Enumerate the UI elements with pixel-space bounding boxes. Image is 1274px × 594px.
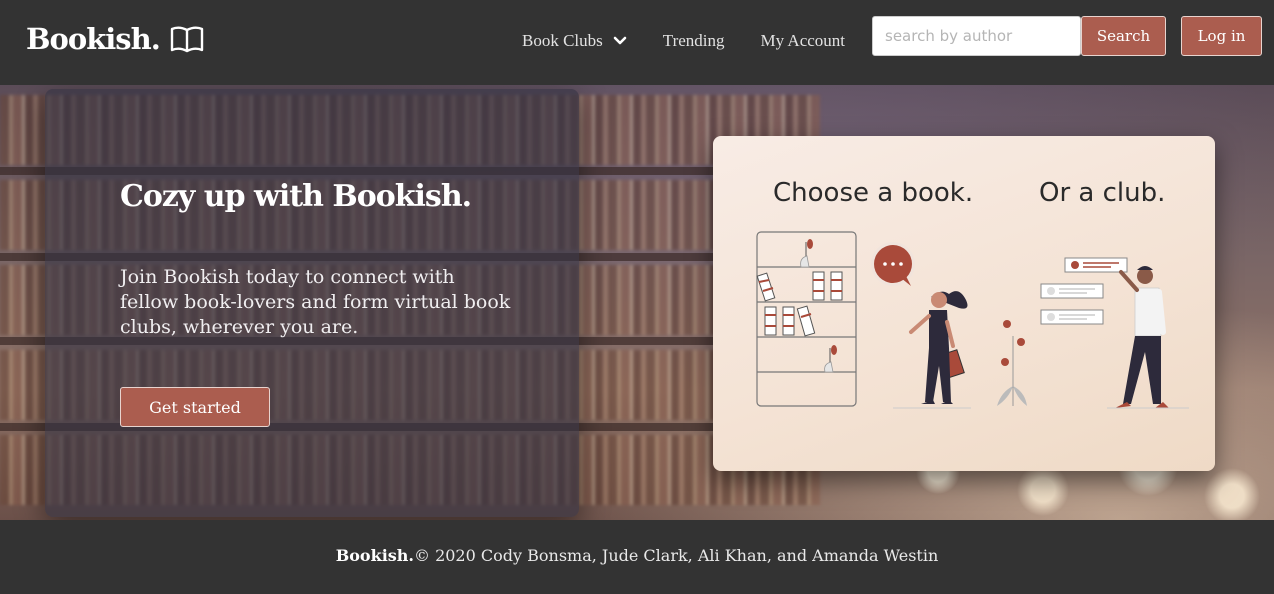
footer-text: Bookish.© 2020 Cody Bonsma, Jude Clark, …	[0, 546, 1274, 565]
chevron-down-icon[interactable]	[613, 36, 627, 46]
nav-links: Book Clubs Trending My Account	[522, 31, 845, 51]
open-book-icon	[170, 26, 204, 53]
hero-text: Join Bookish today to connect with fello…	[120, 266, 511, 338]
illustration-card: Choose a book. Or a club.	[713, 136, 1215, 471]
login-button[interactable]: Log in	[1181, 16, 1262, 56]
illustration-title-club: Or a club.	[1039, 178, 1166, 208]
hero-section: Cozy up with Bookish. Join Bookish today…	[0, 85, 1274, 520]
club-list-drawing	[1040, 257, 1128, 325]
nav-trending[interactable]: Trending	[663, 31, 725, 51]
plant-drawing	[997, 320, 1027, 406]
speech-bubble-icon	[871, 242, 915, 286]
brand-logo[interactable]: Bookish.	[26, 22, 204, 56]
footer-copyright: © 2020 Cody Bonsma, Jude Clark, Ali Khan…	[413, 546, 939, 565]
search-button[interactable]: Search	[1081, 16, 1166, 56]
hero-card: Cozy up with Bookish. Join Bookish today…	[45, 89, 579, 517]
footer-brand: Bookish.	[335, 546, 414, 565]
woman-figure	[893, 291, 971, 409]
nav-book-clubs-label[interactable]: Book Clubs	[522, 31, 603, 51]
nav-my-account[interactable]: My Account	[761, 31, 846, 51]
navbar: Bookish. Book Clubs Trending My Account …	[0, 0, 1274, 85]
hero-heading: Cozy up with Bookish.	[120, 179, 472, 214]
bookshelf-drawing	[756, 231, 857, 407]
man-figure	[1107, 266, 1189, 409]
search-input[interactable]	[872, 16, 1081, 56]
nav-book-clubs[interactable]: Book Clubs	[522, 31, 627, 51]
brand-name[interactable]: Bookish.	[26, 22, 161, 56]
footer: Bookish.© 2020 Cody Bonsma, Jude Clark, …	[0, 520, 1274, 594]
get-started-button[interactable]: Get started	[120, 387, 270, 427]
illustration-title-book: Choose a book.	[773, 178, 974, 208]
